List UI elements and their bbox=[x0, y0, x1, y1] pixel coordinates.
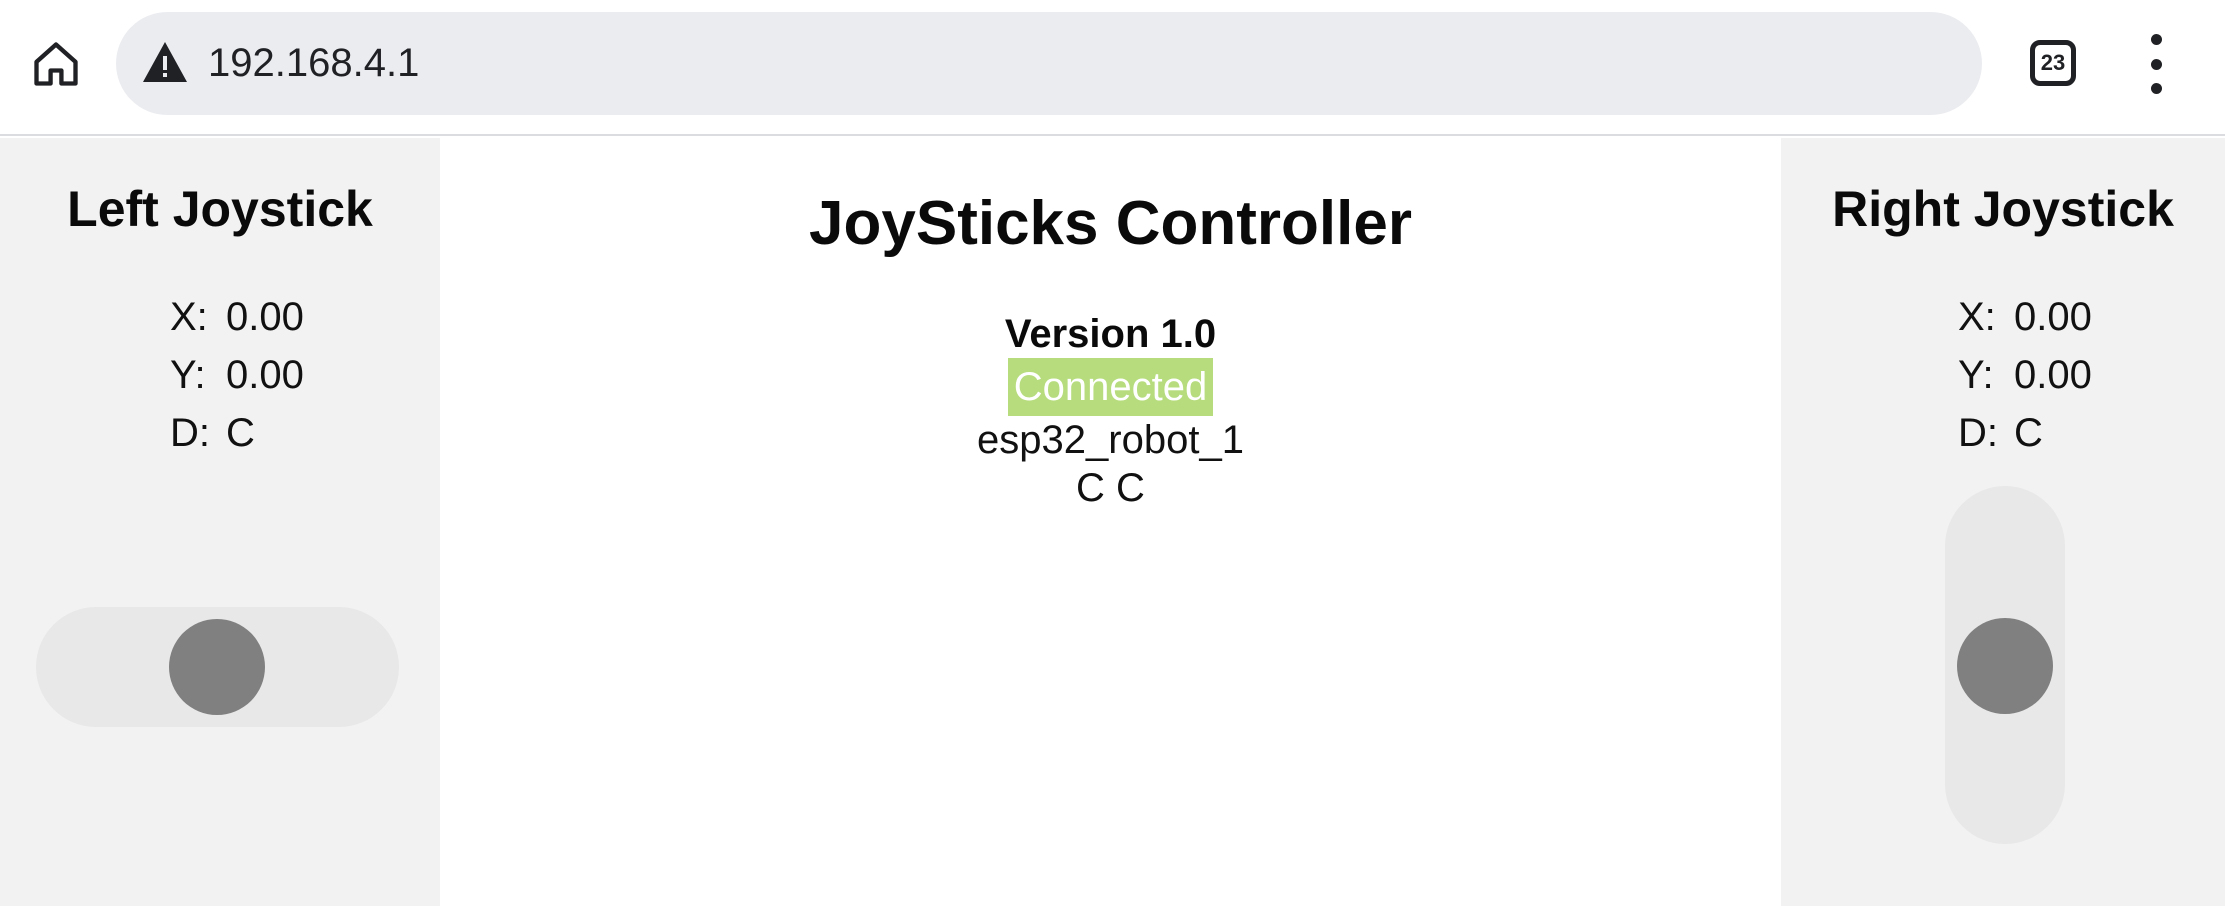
right-y-value: 0.00 bbox=[2014, 353, 2092, 397]
left-joystick-knob[interactable] bbox=[169, 619, 265, 715]
menu-dot bbox=[2150, 34, 2162, 45]
left-d-label: D: bbox=[170, 411, 210, 455]
left-d-readout: D: C bbox=[170, 404, 304, 462]
right-y-readout: Y: 0.00 bbox=[1958, 346, 2092, 404]
right-y-label: Y: bbox=[1958, 353, 1994, 397]
right-joystick-knob[interactable] bbox=[1957, 618, 2053, 714]
menu-dot bbox=[2150, 83, 2162, 94]
browser-toolbar: 192.168.4.1 23 bbox=[0, 0, 2225, 136]
direction-readout: C C bbox=[1076, 466, 1145, 510]
center-panel: JoySticks Controller Version 1.0 Connect… bbox=[440, 138, 1781, 906]
home-button[interactable] bbox=[22, 30, 90, 98]
right-joystick-readouts: X: 0.00 Y: 0.00 D: C bbox=[1958, 288, 2092, 462]
left-joystick-readouts: X: 0.00 Y: 0.00 D: C bbox=[170, 288, 304, 462]
left-y-value: 0.00 bbox=[226, 353, 304, 397]
right-joystick-panel: Right Joystick X: 0.00 Y: 0.00 D: C bbox=[1781, 138, 2225, 906]
home-icon bbox=[34, 42, 78, 86]
device-name: esp32_robot_1 bbox=[977, 418, 1244, 462]
page-title: JoySticks Controller bbox=[809, 189, 1412, 258]
right-d-label: D: bbox=[1958, 411, 1998, 455]
status-badge: Connected bbox=[1007, 358, 1214, 416]
right-joystick-title: Right Joystick bbox=[1832, 181, 2174, 237]
left-d-value: C bbox=[226, 411, 255, 455]
menu-dot bbox=[2150, 58, 2162, 70]
warning-icon[interactable] bbox=[141, 40, 189, 84]
right-d-value: C bbox=[2014, 411, 2043, 455]
more-vert-icon[interactable] bbox=[2136, 34, 2176, 94]
left-y-readout: Y: 0.00 bbox=[170, 346, 304, 404]
left-y-label: Y: bbox=[170, 353, 206, 397]
url-text[interactable]: 192.168.4.1 bbox=[208, 12, 419, 115]
left-joystick-title: Left Joystick bbox=[67, 181, 373, 237]
tab-count-label: 23 bbox=[2040, 50, 2066, 75]
left-x-label: X: bbox=[170, 295, 208, 339]
right-d-readout: D: C bbox=[1958, 404, 2092, 462]
version-label: Version 1.0 bbox=[1004, 312, 1217, 356]
controller-info: Version 1.0 Connected esp32_robot_1 C C bbox=[440, 310, 1781, 512]
tab-switcher-icon[interactable]: 23 bbox=[2030, 40, 2076, 86]
right-x-readout: X: 0.00 bbox=[1958, 288, 2092, 346]
address-bar[interactable]: 192.168.4.1 bbox=[116, 12, 1982, 115]
left-joystick-panel: Left Joystick X: 0.00 Y: 0.00 D: C bbox=[0, 138, 440, 906]
left-x-value: 0.00 bbox=[226, 295, 304, 339]
right-x-label: X: bbox=[1958, 295, 1996, 339]
right-x-value: 0.00 bbox=[2014, 295, 2092, 339]
left-x-readout: X: 0.00 bbox=[170, 288, 304, 346]
